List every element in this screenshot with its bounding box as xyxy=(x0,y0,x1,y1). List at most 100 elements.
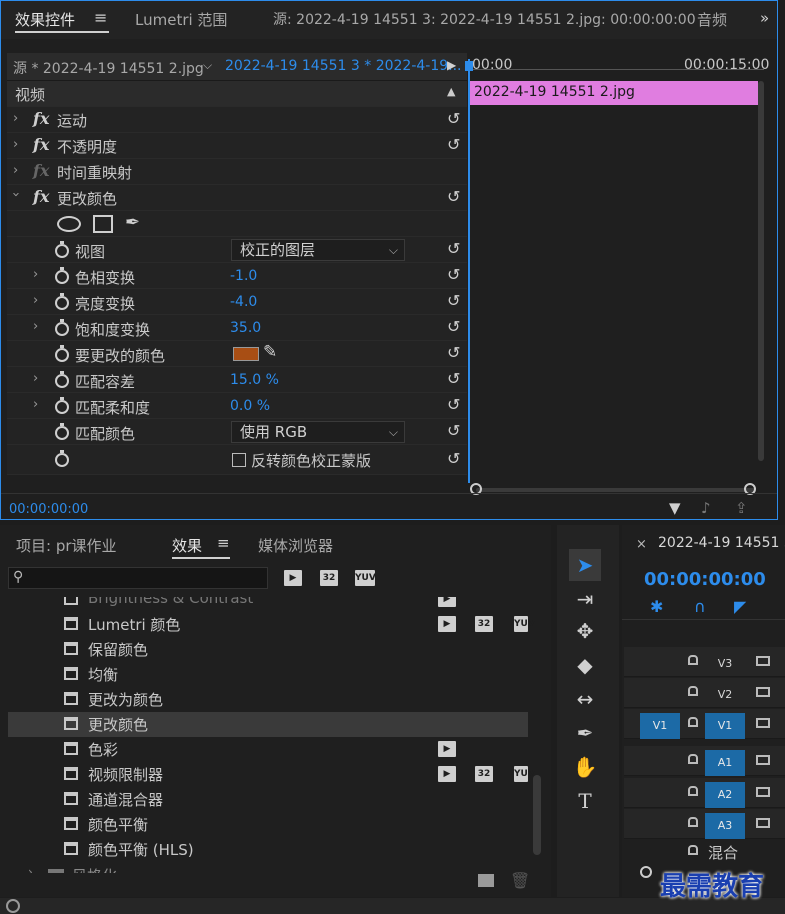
reset-icon[interactable]: ↺ xyxy=(447,450,465,468)
track-label[interactable]: V1 xyxy=(705,713,745,739)
sequence-clip-label[interactable]: 2022-4-19 14551 3 * 2022-4-19... xyxy=(225,58,462,74)
chevron-right-icon[interactable]: › xyxy=(33,293,38,308)
chevron-down-icon[interactable]: › xyxy=(8,192,23,197)
track-label[interactable]: A2 xyxy=(705,782,745,808)
close-icon[interactable]: × xyxy=(636,537,647,552)
list-item[interactable]: Lumetri 颜色 ▶ 32 YUV xyxy=(8,612,535,637)
playhead-handle[interactable] xyxy=(465,61,473,71)
search-input[interactable]: ⚲ xyxy=(8,567,268,589)
stopwatch-icon[interactable] xyxy=(55,397,69,414)
stopwatch-icon[interactable] xyxy=(55,371,69,388)
stopwatch-icon[interactable] xyxy=(55,293,69,310)
snap-icon[interactable]: ∩ xyxy=(694,597,706,616)
clip-bar[interactable]: 2022-4-19 14551 2.jpg xyxy=(470,81,758,105)
mute-icon[interactable] xyxy=(756,755,770,765)
mute-icon[interactable] xyxy=(756,787,770,797)
lock-icon[interactable] xyxy=(688,817,698,827)
hand-tool-icon[interactable]: ✋ xyxy=(569,751,601,783)
list-item[interactable]: 均衡 xyxy=(8,662,528,687)
match-colors-dropdown[interactable]: 使用 RGB ⌵ xyxy=(231,421,405,443)
reset-icon[interactable]: ↺ xyxy=(447,292,465,310)
reset-icon[interactable]: ↺ xyxy=(447,396,465,414)
stopwatch-icon[interactable] xyxy=(55,345,69,362)
track-label[interactable]: V2 xyxy=(705,682,745,708)
yuv-effects-icon[interactable]: YUV xyxy=(355,570,376,586)
creative-cloud-icon[interactable] xyxy=(6,899,20,913)
track-label[interactable]: A3 xyxy=(705,813,745,839)
reset-icon[interactable]: ↺ xyxy=(447,344,465,362)
type-tool-icon[interactable]: T xyxy=(569,785,601,817)
reset-icon[interactable]: ↺ xyxy=(447,188,465,206)
reset-icon[interactable]: ↺ xyxy=(447,422,465,440)
color-swatch[interactable] xyxy=(233,347,259,361)
panel-menu-icon[interactable]: ≡ xyxy=(217,534,230,552)
ellipse-mask-icon[interactable] xyxy=(57,216,81,232)
reset-icon[interactable]: ↺ xyxy=(447,318,465,336)
tab-lumetri-scopes[interactable]: Lumetri 范围 xyxy=(135,9,227,30)
linked-selection-icon[interactable]: ◤ xyxy=(734,597,746,616)
stopwatch-icon[interactable] xyxy=(55,319,69,336)
reset-icon[interactable]: ↺ xyxy=(447,136,465,154)
effect-row-time-remap[interactable]: › fx 时间重映射 xyxy=(7,159,467,185)
zoom-handle[interactable] xyxy=(640,866,652,878)
delete-icon[interactable]: 🗑 xyxy=(510,871,530,890)
vertical-scrollbar[interactable] xyxy=(758,81,764,461)
chevron-right-icon[interactable]: › xyxy=(28,865,33,873)
stopwatch-icon[interactable] xyxy=(55,241,69,258)
lock-icon[interactable] xyxy=(688,845,698,855)
chevron-right-icon[interactable]: › xyxy=(13,163,18,178)
tab-project[interactable]: 项目: pr课作业 xyxy=(16,535,117,556)
tab-source-monitor[interactable]: 源: 2022-4-19 14551 3: 2022-4-19 14551 2.… xyxy=(273,9,696,29)
time-ruler[interactable]: 00:00 00:00:15:00 xyxy=(468,53,769,79)
sequence-tab[interactable]: 2022-4-19 14551 3 xyxy=(658,535,785,551)
toggle-output-icon[interactable] xyxy=(756,718,770,728)
tolerance-value[interactable]: 15.0 % xyxy=(230,372,279,388)
stopwatch-icon[interactable] xyxy=(55,423,69,440)
list-item[interactable]: 更改为颜色 xyxy=(8,687,528,712)
tab-effect-controls[interactable]: 效果控件 xyxy=(15,9,75,30)
eyedropper-icon[interactable]: ✎ xyxy=(263,342,277,362)
chevron-right-icon[interactable]: › xyxy=(13,137,18,152)
list-item[interactable]: 颜色平衡 (HLS) xyxy=(8,837,528,862)
nest-icon[interactable]: ✱ xyxy=(650,597,663,616)
pen-tool-icon[interactable]: ✒ xyxy=(569,717,601,749)
fx-icon[interactable]: fx xyxy=(33,135,49,154)
source-clip-label[interactable]: 源 * 2022-4-19 14551 2.jpg xyxy=(13,58,204,78)
fx-icon[interactable]: fx xyxy=(33,187,49,206)
reset-icon[interactable]: ↺ xyxy=(447,370,465,388)
reset-icon[interactable]: ↺ xyxy=(447,266,465,284)
effect-row-motion[interactable]: › fx 运动 ↺ xyxy=(7,107,467,133)
collapse-up-icon[interactable]: ▲ xyxy=(447,85,455,98)
filter-icon[interactable]: ▼ xyxy=(669,499,681,517)
chevron-down-icon[interactable]: ⌵ xyxy=(203,58,212,73)
list-item[interactable]: 色彩 ▶ xyxy=(8,737,528,762)
source-patch-v1[interactable]: V1 xyxy=(640,713,680,739)
list-item[interactable]: 颜色平衡 xyxy=(8,812,528,837)
toggle-output-icon[interactable] xyxy=(756,687,770,697)
lock-icon[interactable] xyxy=(688,655,698,665)
tab-audio[interactable]: 音频 xyxy=(697,9,727,30)
pen-mask-icon[interactable]: ✒ xyxy=(125,212,140,233)
overflow-icon[interactable]: » xyxy=(760,9,769,27)
chevron-right-icon[interactable]: › xyxy=(33,319,38,334)
vertical-scrollbar[interactable] xyxy=(533,775,541,855)
list-item[interactable]: 通道混合器 xyxy=(8,787,528,812)
current-timecode[interactable]: 00:00:00:00 xyxy=(9,502,88,517)
razor-tool-icon[interactable]: ◆ xyxy=(569,649,601,681)
timeline-timecode[interactable]: 00:00:00:00 xyxy=(644,569,766,590)
fx-icon[interactable]: fx xyxy=(33,109,49,128)
chevron-right-icon[interactable]: › xyxy=(33,267,38,282)
lock-icon[interactable] xyxy=(688,717,698,727)
tab-media-browser[interactable]: 媒体浏览器 xyxy=(258,535,333,556)
list-item-folder[interactable]: › 风格化 xyxy=(8,863,528,873)
ripple-edit-tool-icon[interactable]: ✥ xyxy=(569,615,601,647)
softness-value[interactable]: 0.0 % xyxy=(230,398,270,414)
chevron-right-icon[interactable]: › xyxy=(33,371,38,386)
hue-value[interactable]: -1.0 xyxy=(230,268,257,284)
selection-tool-icon[interactable]: ➤ xyxy=(569,549,601,581)
tab-effects[interactable]: 效果 xyxy=(172,535,202,556)
invert-checkbox[interactable] xyxy=(232,453,246,467)
list-item[interactable]: 视频限制器 ▶ 32 YUV xyxy=(8,762,535,787)
list-item[interactable]: 保留颜色 xyxy=(8,637,528,662)
toggle-output-icon[interactable] xyxy=(756,656,770,666)
